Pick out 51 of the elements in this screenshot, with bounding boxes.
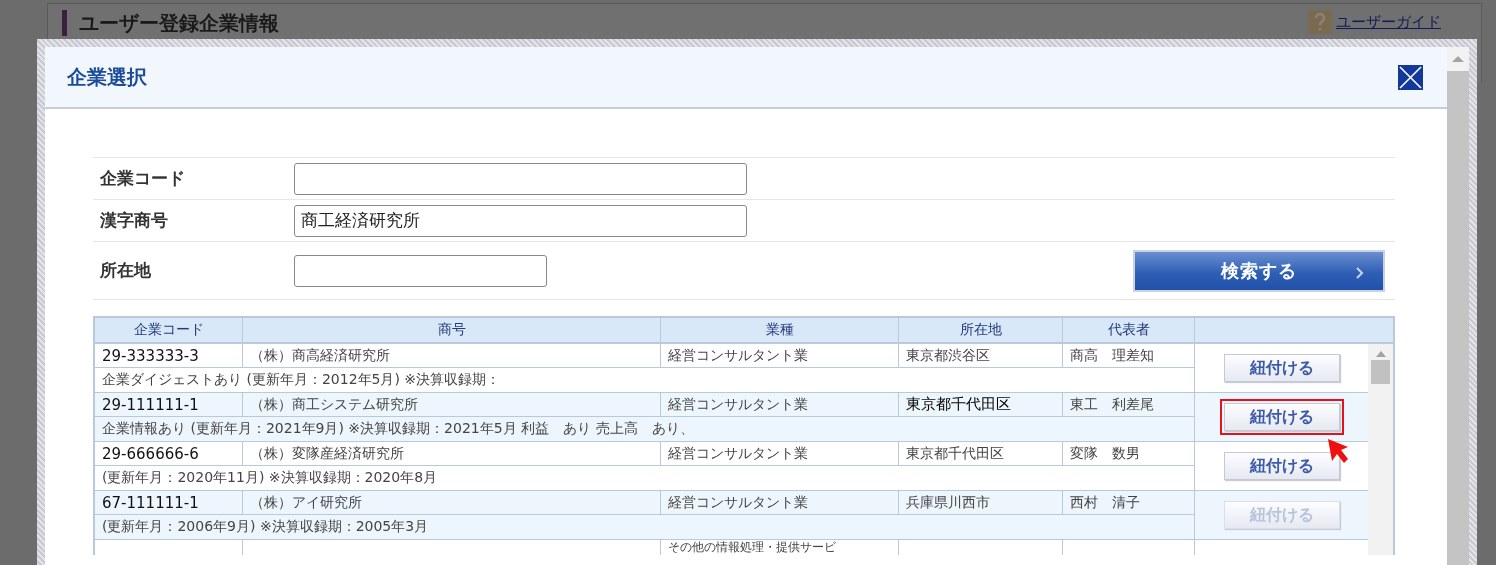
help-icon — [1308, 10, 1332, 34]
link-button[interactable]: 紐付ける — [1223, 452, 1340, 480]
table-cell: （株）変隊産経済研究所 — [243, 442, 661, 466]
scroll-up-icon[interactable] — [1375, 350, 1386, 358]
table-cell: 商高 理差知 — [1063, 344, 1195, 368]
page-scrollbar[interactable] — [1447, 47, 1469, 565]
table-cell: （株）アイ研究所 — [243, 491, 661, 515]
dialog-title: 企業選択 — [67, 63, 147, 91]
table-cell: 29-666666-6 — [95, 442, 243, 466]
table-cell: (更新年月：2020年11月) ※決算収録期：2020年8月 — [95, 466, 1195, 490]
column-header: 企業コード — [95, 318, 243, 342]
column-header: 代表者 — [1063, 318, 1195, 342]
table-cell: 兵庫県川西市 — [899, 491, 1063, 515]
table-cell: 東京都千代田区 — [899, 393, 1063, 417]
input-field[interactable]: 商工経済研究所 — [294, 204, 747, 237]
link-button[interactable]: 紐付ける — [1223, 403, 1340, 431]
table-cell: 経営コンサルタント業 — [661, 393, 899, 417]
column-header: 業種 — [661, 318, 899, 342]
table-cell: その他の情報処理・提供サービ — [661, 540, 899, 555]
table-cell: （株）商高経済研究所 — [243, 344, 661, 368]
field-label: 所在地 — [100, 259, 152, 282]
pointer-arrow-icon — [1326, 437, 1350, 465]
table-scrollbar[interactable] — [1368, 344, 1393, 555]
table-cell: 変隊 数男 — [1063, 442, 1195, 466]
table-cell: 東工 利差尾 — [1063, 393, 1195, 417]
scroll-up-icon[interactable] — [1452, 55, 1464, 63]
column-header: 商号 — [243, 318, 661, 342]
chevron-icon — [1355, 265, 1365, 280]
table-cell: 29-111111-1 — [95, 393, 243, 417]
table-cell: （株）商工システム研究所 — [243, 393, 661, 417]
close-icon[interactable] — [1398, 64, 1423, 90]
table-cell: 企業ダイジェストあり (更新年月：2012年5月) ※決算収録期： — [95, 368, 1195, 392]
link-button[interactable]: 紐付ける — [1223, 354, 1340, 382]
table-cell: 経営コンサルタント業 — [661, 491, 899, 515]
field-label: 漢字商号 — [100, 209, 169, 232]
column-header: 所在地 — [899, 318, 1063, 342]
table-cell: 29-333333-3 — [95, 344, 243, 368]
input-field[interactable] — [294, 254, 547, 287]
table-cell: 企業情報あり (更新年月：2021年9月) ※決算収録期：2021年5月 利益 あり 売上高 あり、 — [95, 417, 1195, 441]
table-cell: 東京都渋谷区 — [899, 344, 1063, 368]
search-button[interactable]: 検索する — [1133, 249, 1385, 292]
table-cell: 西村 清子 — [1063, 491, 1195, 515]
table-cell: (更新年月：2006年9月) ※決算収録期：2005年3月 — [95, 515, 1195, 539]
user-guide-link[interactable]: ユーザーガイド — [1336, 12, 1441, 32]
table-cell: 経営コンサルタント業 — [661, 442, 899, 466]
scroll-thumb[interactable] — [1371, 360, 1390, 384]
input-field[interactable] — [294, 162, 747, 195]
table-cell: 67-111111-1 — [95, 491, 243, 515]
table-cell: 東京都千代田区 — [899, 442, 1063, 466]
field-label: 企業コード — [100, 167, 186, 190]
table-cell: 経営コンサルタント業 — [661, 344, 899, 368]
